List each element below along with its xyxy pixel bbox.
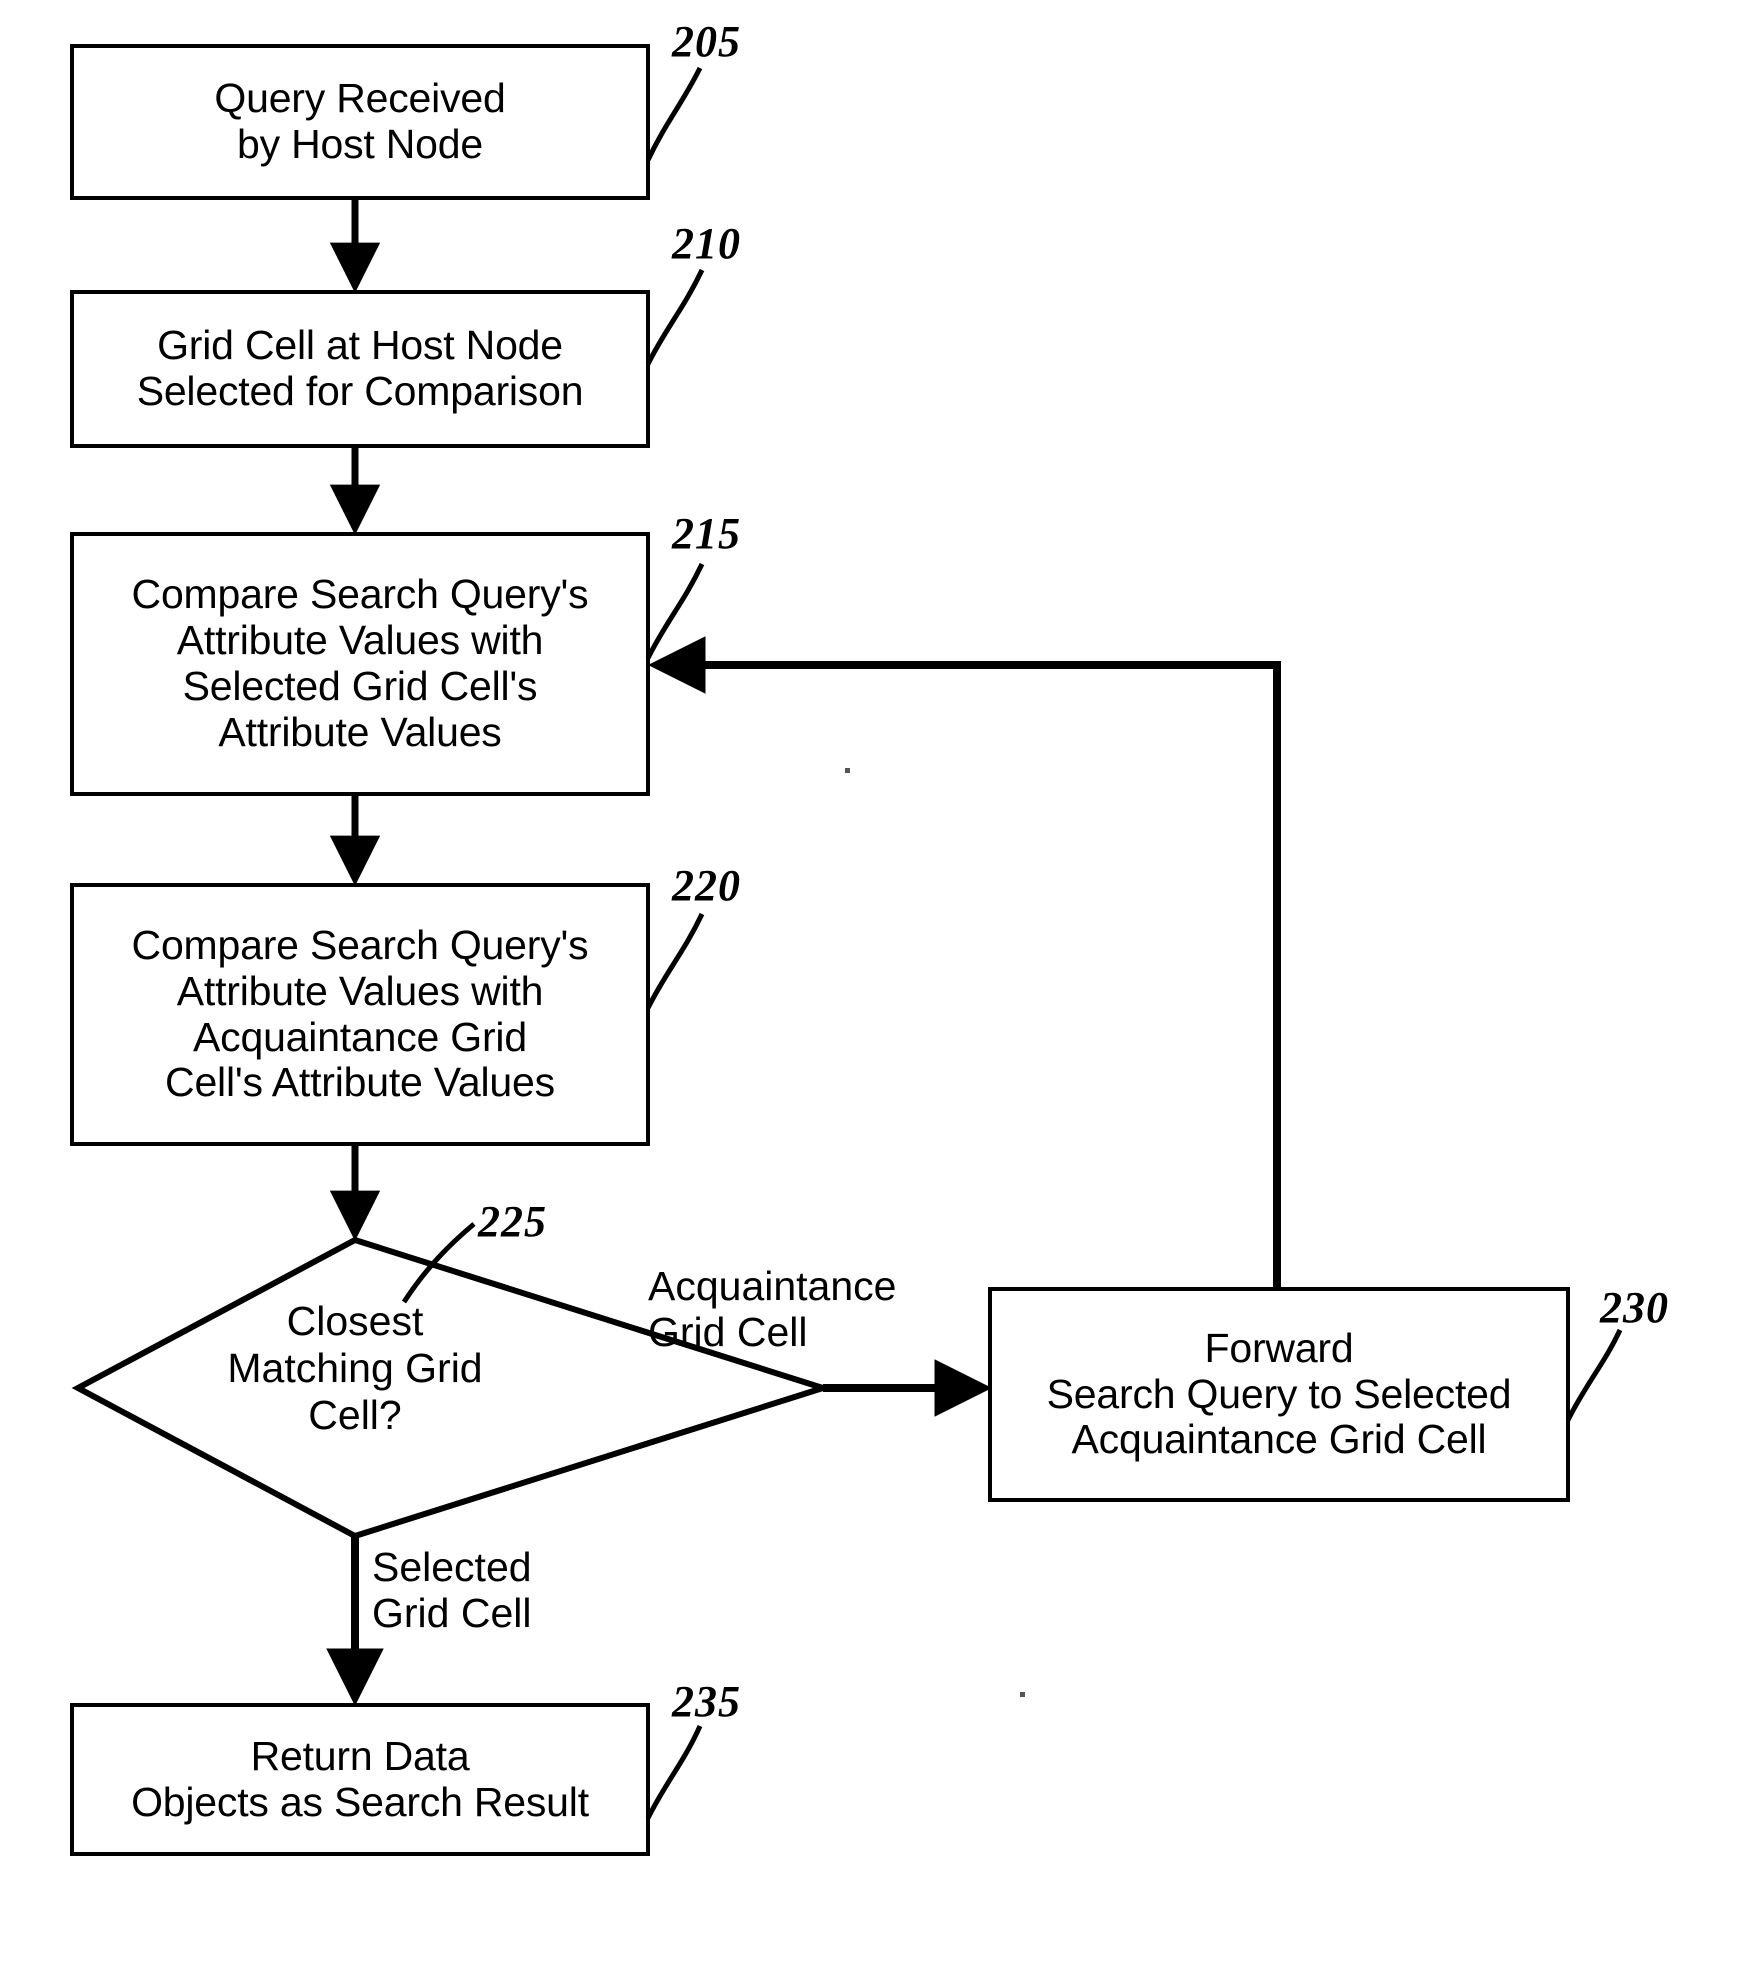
leader-line-220 [645,912,705,1010]
ref-numeral-225: 225 [478,1197,547,1246]
node-label: Return Data Objects as Search Result [131,1732,589,1825]
edge-label-acquaintance-grid-cell: Acquaintance Grid Cell [648,1263,897,1355]
node-label: Compare Search Query's Attribute Values … [131,921,589,1106]
node-label: Query Received by Host Node [214,75,506,167]
edge-230-215-feedback [647,636,1281,1287]
node-grid-cell-selected[interactable]: Grid Cell at Host Node Selected for Comp… [70,290,650,448]
leader-line-215 [645,562,705,660]
node-compare-selected-grid-cell[interactable]: Compare Search Query's Attribute Values … [70,532,650,796]
node-compare-acquaintance-grid-cell[interactable]: Compare Search Query's Attribute Values … [70,883,650,1146]
edge-label-selected-grid-cell: Selected Grid Cell [372,1544,532,1636]
node-label: Compare Search Query's Attribute Values … [131,571,589,755]
ref-numeral-215: 215 [672,509,741,558]
node-label: Forward Search Query to Selected Acquain… [1046,1324,1512,1463]
ref-numeral-220: 220 [672,861,741,910]
leader-line-205 [645,66,703,162]
leader-line-230 [1565,1328,1623,1422]
scan-artifact-dot [845,768,850,773]
leader-line-225 [401,1222,476,1304]
scan-artifact-dot [1020,1692,1025,1697]
figure-canvas: Query Received by Host Node 205 Grid Cel… [0,0,1762,1973]
node-return-data-objects[interactable]: Return Data Objects as Search Result [70,1703,650,1856]
node-forward-search-query[interactable]: Forward Search Query to Selected Acquain… [988,1287,1570,1502]
node-query-received[interactable]: Query Received by Host Node [70,44,650,200]
leader-line-235 [645,1724,703,1820]
node-label: Grid Cell at Host Node Selected for Comp… [136,322,584,414]
decision-label-closest-matching: Closest Matching Grid Cell? [227,1298,483,1439]
leader-line-210 [645,268,705,366]
